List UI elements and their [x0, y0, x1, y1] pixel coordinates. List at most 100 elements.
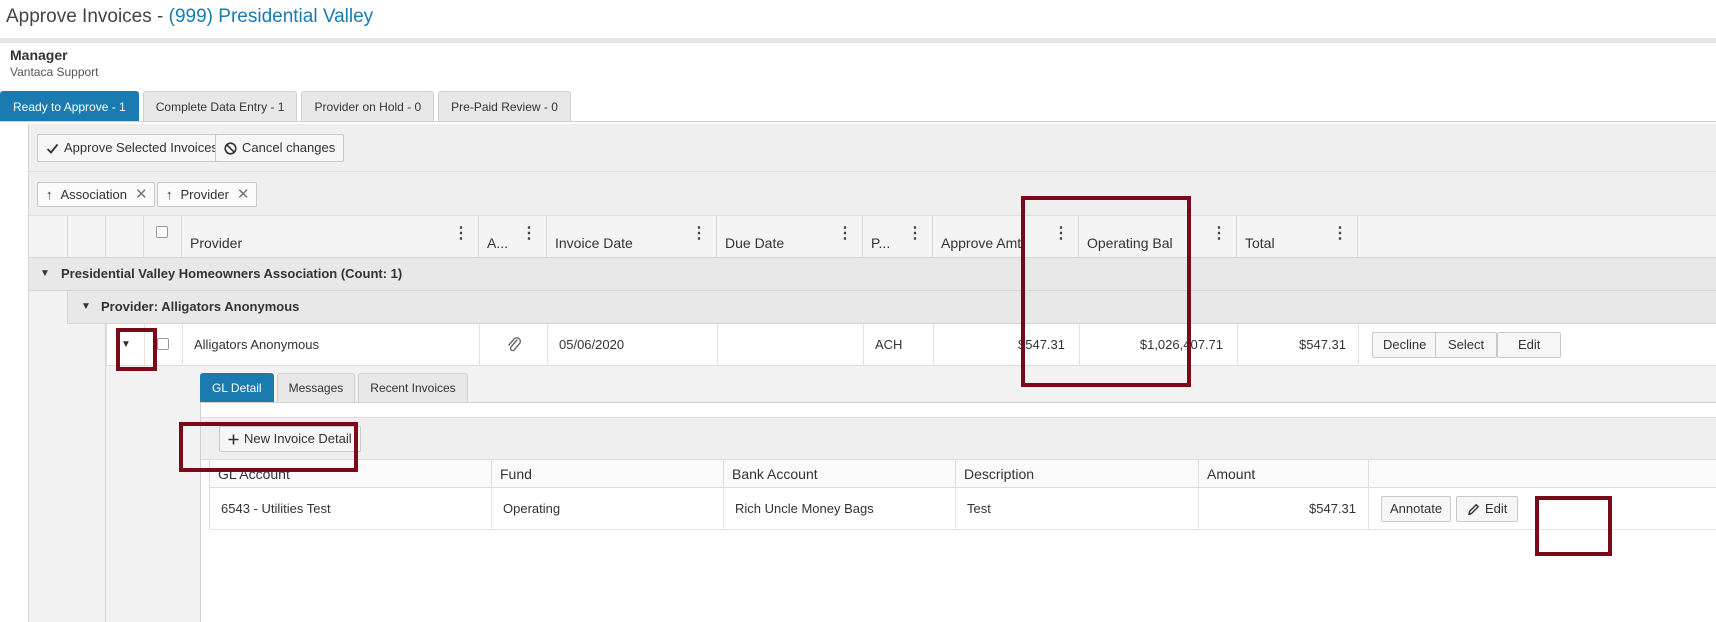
column-header-amount[interactable]: Amount — [1198, 460, 1368, 488]
column-menu-icon[interactable]: ⋮ — [1211, 226, 1227, 242]
attachment-cell — [479, 324, 547, 366]
gl-detail-row: 6543 - Utilities Test Operating Rich Unc… — [209, 488, 1716, 530]
collapse-caret-icon[interactable]: ▼ — [81, 301, 91, 312]
association-link[interactable]: (999) Presidential Valley — [169, 6, 374, 27]
expand-row-caret-icon[interactable]: ▼ — [121, 324, 131, 366]
column-label: Due Date — [725, 235, 785, 251]
row-select-checkbox[interactable] — [157, 338, 169, 350]
expand-column-header — [105, 216, 143, 258]
payment-cell: ACH — [863, 324, 933, 366]
tabs-divider — [0, 121, 1716, 122]
group-indent-header — [67, 216, 105, 258]
column-header-invoice-date[interactable]: Invoice Date ⋮ — [546, 216, 716, 258]
gl-account-cell: 6543 - Utilities Test — [221, 501, 331, 516]
group-panel: ↑ Association ✕ ↑ Provider ✕ — [29, 172, 1716, 216]
annotate-button[interactable]: Annotate — [1381, 496, 1452, 522]
select-button[interactable]: Select — [1435, 332, 1498, 358]
collapse-caret-icon[interactable]: ▼ — [40, 268, 50, 279]
column-header-due-date[interactable]: Due Date ⋮ — [716, 216, 862, 258]
decline-button[interactable]: Decline — [1372, 332, 1438, 358]
tab-complete-data-entry[interactable]: Complete Data Entry - 1 — [142, 91, 298, 121]
row-actions-cell: Decline Select Edit — [1358, 324, 1716, 366]
tab-pre-paid-review[interactable]: Pre-Paid Review - 0 — [438, 91, 571, 121]
provider-group-label: Provider: Alligators Anonymous — [101, 299, 300, 314]
cancel-changes-button[interactable]: Cancel changes — [215, 134, 345, 162]
gl-detail-toolbar: New Invoice Detail — [201, 417, 1716, 460]
tab-provider-on-hold[interactable]: Provider on Hold - 0 — [301, 91, 435, 121]
amount-cell: $547.31 — [1198, 488, 1368, 530]
column-menu-icon[interactable]: ⋮ — [1332, 226, 1348, 242]
gl-detail-panel: New Invoice Detail GL Account Fund Bank … — [200, 402, 1716, 622]
column-menu-icon[interactable]: ⋮ — [1053, 226, 1069, 242]
paperclip-icon[interactable] — [506, 336, 522, 353]
operating-bal-cell: $1,026,407.71 — [1079, 324, 1237, 366]
column-header-attachment[interactable]: A... ⋮ — [478, 216, 546, 258]
invoice-grid: Approve Selected Invoices Cancel changes… — [28, 124, 1716, 622]
column-menu-icon[interactable]: ⋮ — [907, 226, 923, 242]
column-label: Approve Amt — [941, 235, 1022, 251]
tab-recent-invoices[interactable]: Recent Invoices — [358, 373, 468, 402]
approve-selected-label: Approve Selected Invoices — [64, 140, 218, 155]
approve-amt-cell[interactable]: $547.31 — [933, 324, 1079, 366]
select-all-header — [143, 216, 181, 258]
detail-tabs: GL Detail Messages Recent Invoices — [200, 373, 471, 402]
select-cell — [144, 324, 182, 366]
select-all-checkbox[interactable] — [156, 226, 168, 238]
cancel-changes-label: Cancel changes — [242, 140, 336, 155]
column-header-description[interactable]: Description — [955, 460, 1198, 488]
expand-cell[interactable]: ▼ — [106, 324, 144, 366]
group-chip-provider[interactable]: ↑ Provider ✕ — [157, 182, 257, 207]
edit-detail-button[interactable]: Edit — [1456, 496, 1519, 522]
new-invoice-detail-label: New Invoice Detail — [244, 431, 352, 446]
column-header-operating-bal[interactable]: Operating Bal ⋮ — [1078, 216, 1236, 258]
page-title: Approve Invoices - (999) Presidential Va… — [6, 6, 373, 28]
remove-group-icon[interactable]: ✕ — [135, 183, 148, 206]
edit-invoice-button[interactable]: Edit — [1497, 332, 1562, 358]
user-name: Vantaca Support — [10, 65, 99, 79]
sort-ascending-icon: ↑ — [166, 187, 173, 202]
tab-gl-detail[interactable]: GL Detail — [200, 373, 274, 402]
column-menu-icon[interactable]: ⋮ — [691, 226, 707, 242]
column-label: Provider — [190, 235, 243, 251]
fund-cell: Operating — [491, 488, 723, 530]
detail-actions-cell: Annotate Edit — [1368, 488, 1668, 530]
detail-actions-header — [1368, 460, 1668, 488]
column-header-payment[interactable]: P... ⋮ — [862, 216, 932, 258]
new-invoice-detail-button[interactable]: New Invoice Detail — [219, 426, 361, 452]
column-menu-icon[interactable]: ⋮ — [453, 226, 469, 242]
column-header-total[interactable]: Total ⋮ — [1236, 216, 1357, 258]
column-label: P... — [871, 235, 891, 251]
tab-messages[interactable]: Messages — [276, 373, 356, 402]
title-divider — [0, 38, 1716, 43]
column-menu-icon[interactable]: ⋮ — [837, 226, 853, 242]
column-header-approve-amt[interactable]: Approve Amt ⋮ — [932, 216, 1078, 258]
role-label: Manager — [10, 47, 68, 63]
association-group-row[interactable]: ▼ Presidential Valley Homeowners Associa… — [29, 258, 1716, 291]
approve-selected-button[interactable]: Approve Selected Invoices — [37, 134, 227, 162]
due-date-cell — [717, 324, 863, 366]
tab-ready-to-approve[interactable]: Ready to Approve - 1 — [0, 91, 139, 121]
grid-header: Provider ⋮ A... ⋮ Invoice Date ⋮ Due Dat… — [29, 216, 1716, 258]
column-header-bank-account[interactable]: Bank Account — [723, 460, 955, 488]
remove-group-icon[interactable]: ✕ — [237, 183, 250, 206]
column-header-provider[interactable]: Provider ⋮ — [181, 216, 478, 258]
group-chip-association[interactable]: ↑ Association ✕ — [37, 182, 155, 207]
group-chip-label: Provider — [180, 187, 229, 202]
provider-cell: Alligators Anonymous — [182, 324, 479, 366]
plus-icon — [228, 434, 239, 444]
description-cell: Test — [955, 488, 1198, 530]
column-label: Total — [1245, 235, 1275, 251]
column-label: Invoice Date — [555, 235, 633, 251]
column-menu-icon[interactable]: ⋮ — [521, 226, 537, 242]
column-label: Operating Bal — [1087, 235, 1173, 251]
pencil-icon — [1468, 503, 1480, 515]
provider-group-row[interactable]: ▼ Provider: Alligators Anonymous — [67, 291, 1716, 324]
invoice-detail-panel: GL Detail Messages Recent Invoices New I… — [105, 366, 1716, 622]
actions-column-header — [1357, 216, 1716, 258]
invoice-date-cell: 05/06/2020 — [547, 324, 717, 366]
cancel-icon — [224, 141, 237, 155]
total-cell: $547.31 — [1237, 324, 1358, 366]
column-header-gl-account[interactable]: GL Account — [210, 460, 491, 488]
user-info: Manager Vantaca Support — [10, 47, 99, 79]
column-header-fund[interactable]: Fund — [491, 460, 723, 488]
